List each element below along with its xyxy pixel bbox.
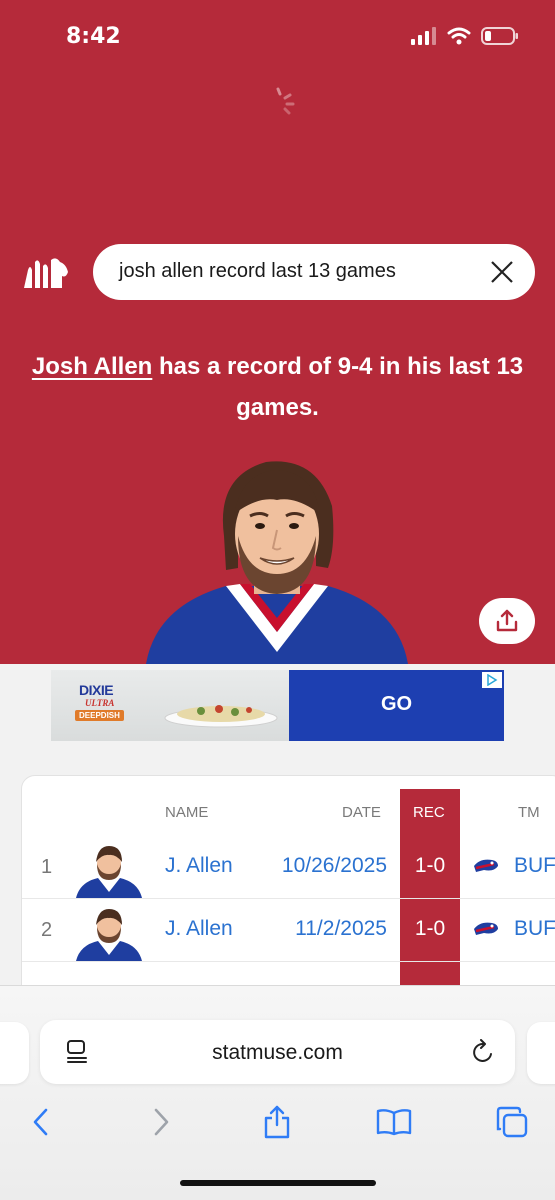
player-link[interactable]: Josh Allen (32, 353, 152, 380)
team-link[interactable]: BUF (514, 917, 555, 941)
ad-image[interactable]: DIXIE ULTRA DEEPDISH (51, 670, 289, 741)
player-name-link[interactable]: J. Allen (165, 917, 233, 941)
ad-food-image (164, 705, 278, 728)
ad-brand-line1: DIXIE (79, 682, 114, 698)
ad-cta-panel[interactable]: GO (289, 670, 504, 741)
forward-icon (154, 1108, 169, 1136)
game-record: 1-0 (414, 854, 446, 877)
table-row[interactable]: 2 J. Allen 11/2/2025 1-0 BUF (22, 899, 555, 961)
share-page-button[interactable] (257, 1102, 297, 1142)
bookmarks-icon (376, 1109, 412, 1136)
previous-tab-preview[interactable] (0, 1022, 29, 1084)
share-icon (264, 1105, 290, 1139)
clear-icon[interactable] (489, 259, 515, 285)
url-text[interactable]: statmuse.com (40, 1041, 515, 1065)
tabs-icon (496, 1106, 528, 1138)
browser-toolbar-area (0, 985, 555, 1200)
ad-choices-icon[interactable] (482, 672, 502, 688)
forward-button[interactable] (141, 1102, 181, 1142)
status-time: 8:42 (66, 24, 121, 49)
back-icon (33, 1108, 48, 1136)
search-input[interactable]: josh allen record last 13 games (119, 260, 396, 283)
toolbar-divider (0, 985, 555, 986)
address-bar[interactable]: statmuse.com (40, 1020, 515, 1084)
share-icon (496, 609, 518, 632)
ad-go-button[interactable]: GO (289, 693, 504, 716)
screen: 8:42 josh allen record last 13 games Jos… (0, 0, 555, 1200)
bookmarks-button[interactable] (374, 1102, 414, 1142)
ad-brand-line3: DEEPDISH (75, 710, 124, 721)
status-icons (411, 26, 519, 46)
loading-spinner-icon (276, 87, 295, 115)
bills-logo-icon (474, 922, 498, 935)
status-bar: 8:42 (0, 0, 555, 70)
game-date-link[interactable]: 10/26/2025 (282, 854, 387, 878)
row-rank: 1 (41, 856, 53, 878)
answer-text: Josh Allen has a record of 9-4 in his la… (0, 346, 555, 428)
game-record: 1-0 (414, 917, 446, 940)
advertisement[interactable]: DIXIE ULTRA DEEPDISH GO (51, 670, 504, 741)
tabs-button[interactable] (492, 1102, 532, 1142)
signal-icon (411, 27, 436, 45)
player-avatar (146, 461, 408, 664)
battery-icon (481, 27, 518, 45)
answer-body: has a record of 9-4 in his last 13 games… (152, 353, 524, 421)
back-button[interactable] (21, 1102, 61, 1142)
player-name-link[interactable]: J. Allen (165, 854, 233, 878)
ad-brand-line2: ULTRA (85, 698, 115, 708)
player-thumb (76, 909, 142, 961)
hero-section: 8:42 josh allen record last 13 games Jos… (0, 0, 555, 664)
game-date-link[interactable]: 11/2/2025 (295, 917, 387, 941)
row-divider (22, 961, 555, 962)
share-button[interactable] (479, 598, 535, 644)
row-rank: 2 (41, 919, 53, 941)
header-team[interactable]: TM (518, 804, 540, 821)
next-tab-preview[interactable] (527, 1022, 555, 1084)
team-link[interactable]: BUF (514, 854, 555, 878)
table-row[interactable]: 1 J. Allen 10/26/2025 1-0 BUF (22, 836, 555, 898)
wifi-icon (447, 27, 471, 45)
reload-icon[interactable] (471, 1039, 495, 1065)
search-bar[interactable]: josh allen record last 13 games (93, 244, 535, 300)
header-rec[interactable]: REC (413, 804, 445, 821)
home-indicator[interactable] (180, 1180, 376, 1186)
bills-logo-icon (474, 859, 498, 872)
header-name[interactable]: NAME (165, 804, 208, 821)
header-date[interactable]: DATE (342, 804, 381, 821)
player-thumb (76, 846, 142, 898)
statmuse-logo[interactable] (22, 256, 72, 290)
